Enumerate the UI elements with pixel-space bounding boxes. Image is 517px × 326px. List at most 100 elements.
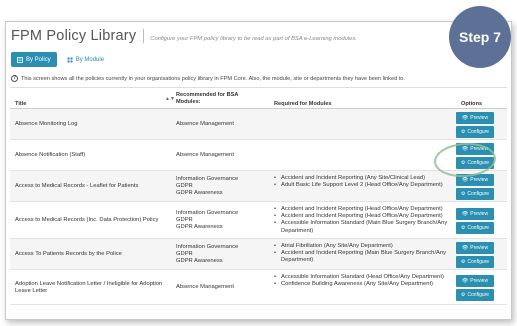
required-module-item: Accident and Incident Reporting (Main Bl… (274, 250, 452, 264)
tab-by-module[interactable]: By Module (60, 52, 111, 67)
configure-button-label: Configure (467, 225, 490, 231)
eye-icon: 👁 (461, 177, 469, 183)
page-title: FPM Policy Library (11, 28, 137, 44)
table-row: Access to Medical Records (Inc. Data Pro… (10, 202, 507, 239)
configure-button-label: Configure (467, 259, 490, 265)
info-text: This screen shows all the policies curre… (21, 75, 405, 82)
step-badge: Step 7 (449, 6, 511, 68)
preview-button-label: Preview (470, 278, 489, 284)
module-name: GDPR (176, 183, 193, 190)
required-module-item: Accident and Incident Reporting (Head Of… (274, 206, 452, 213)
column-recommended: Recommended for BSA Modules: (176, 92, 239, 105)
module-name: GDPR (176, 251, 193, 258)
eye-icon: 👁 (461, 115, 469, 121)
view-tabs: By Policy By Module (11, 52, 111, 67)
configure-button[interactable]: ⚙ Configure (456, 256, 494, 268)
gear-icon: ⚙ (460, 259, 466, 265)
module-name: GDPR (176, 217, 193, 224)
recommended-modules: Absence Management (176, 152, 234, 159)
required-module-item: Atrial Fibrillation (Any Site/Any Depart… (274, 243, 452, 250)
required-modules: Accessible Information Standard (Head Of… (274, 274, 452, 289)
module-name: Absence Management (176, 152, 235, 158)
required-modules: Atrial Fibrillation (Any Site/Any Depart… (274, 243, 452, 265)
policy-title: Access to Medical Records - Leaflet for … (15, 183, 139, 189)
policy-title: Absence Monitoring Log (15, 121, 78, 127)
module-name: GDPR Awareness (176, 190, 223, 197)
configure-button[interactable]: ⚙ Configure (456, 222, 494, 234)
gear-icon: ⚙ (460, 129, 466, 135)
row-options: 👁 Preview ⚙ Configure (456, 242, 494, 270)
tab-by-policy[interactable]: By Policy (11, 52, 57, 67)
module-name: GDPR Awareness (176, 258, 223, 265)
configure-button-label: Configure (467, 292, 490, 298)
preview-button[interactable]: 👁 Preview (456, 112, 494, 124)
policy-title: Absence Notification (Staff) (15, 152, 86, 158)
required-module-item: Confidence Building Awareness (Any Site/… (274, 281, 452, 288)
help-icon: ? (11, 75, 18, 82)
page-header: FPM Policy Library Configure your FPM po… (11, 28, 357, 44)
configure-button[interactable]: ⚙ Configure (456, 188, 494, 200)
table-row: Adoption Leave Notification Letter / Ine… (10, 270, 507, 305)
preview-button[interactable]: 👁 Preview (456, 275, 494, 287)
table-row: Absence Monitoring Log Absence Management… (10, 109, 507, 140)
eye-icon: 👁 (461, 245, 469, 251)
table-row: Absence Notification (Staff) Absence Mana… (10, 140, 507, 171)
preview-button-label: Preview (470, 115, 489, 121)
gear-icon: ⚙ (460, 292, 466, 298)
configure-button-label: Configure (467, 129, 490, 135)
eye-icon: 👁 (461, 278, 469, 284)
required-module-item: Accident and Incident Reporting (Head Of… (274, 213, 452, 220)
modules-icon (67, 57, 73, 63)
required-module-item: Accident and Incident Reporting (Any Sit… (274, 175, 452, 182)
policy-table: Title ▲▼ Recommended for BSA Modules: Re… (10, 87, 507, 305)
document-icon (17, 56, 23, 63)
configure-button[interactable]: ⚙ Configure (456, 289, 494, 301)
page-subtitle: Configure your FPM policy library to be … (150, 36, 357, 42)
recommended-modules: Information Governance GDPR GDPR Awareness (176, 210, 238, 232)
gear-icon: ⚙ (460, 191, 466, 197)
preview-button-label: Preview (470, 211, 489, 217)
column-options: Options (461, 101, 483, 107)
tab-by-module-label: By Module (75, 56, 105, 63)
required-module-item: Accessible Information Standard (Main Bl… (274, 220, 452, 234)
info-banner: ? This screen shows all the policies cur… (11, 75, 507, 82)
recommended-modules: Absence Management (176, 121, 234, 128)
required-module-item: Accessible Information Standard (Head Of… (274, 274, 452, 281)
module-name: Absence Management (176, 121, 235, 127)
column-required: Required for Modules (274, 101, 332, 107)
title-divider (143, 29, 145, 43)
required-module-item: Adult Basic Life Support Level 2 (Head O… (274, 182, 452, 189)
configure-button-label: Configure (467, 191, 490, 197)
row-options: 👁 Preview ⚙ Configure (456, 275, 494, 303)
column-title[interactable]: Title (15, 101, 26, 107)
policy-title: Access To Patients Records by the Police (15, 251, 122, 257)
gear-icon: ⚙ (460, 225, 466, 231)
row-options: 👁 Preview ⚙ Configure (456, 112, 494, 140)
table-row: Access To Patients Records by the Police… (10, 239, 507, 270)
preview-button-label: Preview (470, 245, 489, 251)
module-name: Information Governance (176, 210, 239, 216)
policy-library-window: FPM Policy Library Configure your FPM po… (5, 21, 512, 320)
row-options: 👁 Preview ⚙ Configure (456, 208, 494, 236)
module-name: Absence Management (176, 284, 235, 290)
module-name: Information Governance (176, 176, 239, 182)
required-modules: Accident and Incident Reporting (Any Sit… (274, 175, 452, 190)
configure-button[interactable]: ⚙ Configure (456, 126, 494, 138)
table-row: Access to Medical Records - Leaflet for … (10, 171, 507, 202)
preview-button[interactable]: 👁 Preview (456, 208, 494, 220)
preview-button-label: Preview (470, 177, 489, 183)
module-name: GDPR Awareness (176, 224, 223, 231)
policy-title: Access to Medical Records (Inc. Data Pro… (15, 217, 159, 223)
eye-icon: 👁 (461, 211, 469, 217)
preview-button[interactable]: 👁 Preview (456, 242, 494, 254)
recommended-modules: Absence Management (176, 284, 234, 291)
recommended-modules: Information Governance GDPR GDPR Awareness (176, 176, 238, 198)
policy-title: Adoption Leave Notification Letter / Ine… (15, 281, 163, 295)
row-options: 👁 Preview ⚙ Configure (456, 174, 494, 202)
required-modules: Accident and Incident Reporting (Head Of… (274, 206, 452, 235)
tab-by-policy-label: By Policy (26, 56, 51, 63)
table-header: Title ▲▼ Recommended for BSA Modules: Re… (10, 87, 507, 109)
module-name: Information Governance (176, 244, 239, 250)
sort-icon[interactable]: ▲▼ (165, 96, 175, 102)
recommended-modules: Information Governance GDPR GDPR Awareness (176, 244, 238, 266)
